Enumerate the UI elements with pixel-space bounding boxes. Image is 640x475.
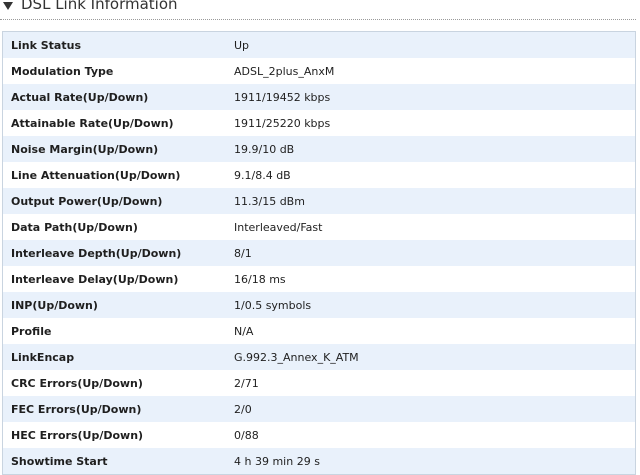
dsl-info-table: Link Status Up Modulation Type ADSL_2plu… bbox=[3, 32, 635, 474]
table-row: Output Power(Up/Down) 11.3/15 dBm bbox=[3, 188, 635, 214]
row-value: 1911/25220 kbps bbox=[234, 116, 331, 130]
table-row: LinkEncap G.992.3_Annex_K_ATM bbox=[3, 344, 635, 370]
table-row: Profile N/A bbox=[3, 318, 635, 344]
row-label: Line Attenuation(Up/Down) bbox=[11, 168, 181, 182]
row-value: 19.9/10 dB bbox=[234, 142, 295, 156]
row-value: 11.3/15 dBm bbox=[234, 194, 305, 208]
row-value: N/A bbox=[234, 324, 254, 338]
row-value: 1/0.5 symbols bbox=[234, 298, 312, 312]
row-value: Interleaved/Fast bbox=[234, 220, 323, 234]
row-value: 4 h 39 min 29 s bbox=[234, 454, 320, 468]
table-row: INP(Up/Down) 1/0.5 symbols bbox=[3, 292, 635, 318]
row-value: ADSL_2plus_AnxM bbox=[234, 64, 335, 78]
row-label: INP(Up/Down) bbox=[11, 298, 98, 312]
row-value: 2/71 bbox=[234, 376, 259, 390]
row-label: Interleave Delay(Up/Down) bbox=[11, 272, 179, 286]
table-row: Link Status Up bbox=[3, 32, 635, 58]
table-row: FEC Errors(Up/Down) 2/0 bbox=[3, 396, 635, 422]
row-value: 16/18 ms bbox=[234, 272, 286, 286]
row-label: Actual Rate(Up/Down) bbox=[11, 90, 149, 104]
row-label: Modulation Type bbox=[11, 64, 114, 78]
row-label: Profile bbox=[11, 324, 52, 338]
table-row: Line Attenuation(Up/Down) 9.1/8.4 dB bbox=[3, 162, 635, 188]
row-label: Interleave Depth(Up/Down) bbox=[11, 246, 182, 260]
table-row: Attainable Rate(Up/Down) 1911/25220 kbps bbox=[3, 110, 635, 136]
row-label: Link Status bbox=[11, 38, 81, 52]
table-row: CRC Errors(Up/Down) 2/71 bbox=[3, 370, 635, 396]
section-header-dsl-link-information[interactable]: DSL Link Information bbox=[0, 0, 636, 20]
table-row: Interleave Depth(Up/Down) 8/1 bbox=[3, 240, 635, 266]
dsl-info-table-container: Link Status Up Modulation Type ADSL_2plu… bbox=[2, 31, 636, 475]
table-row: Modulation Type ADSL_2plus_AnxM bbox=[3, 58, 635, 84]
row-label: Data Path(Up/Down) bbox=[11, 220, 138, 234]
row-value: 2/0 bbox=[234, 402, 252, 416]
section-title: DSL Link Information bbox=[21, 0, 178, 13]
row-value: G.992.3_Annex_K_ATM bbox=[234, 350, 359, 364]
row-value: 1911/19452 kbps bbox=[234, 90, 331, 104]
row-label: FEC Errors(Up/Down) bbox=[11, 402, 142, 416]
table-row: Showtime Start 4 h 39 min 29 s bbox=[3, 448, 635, 474]
table-row: HEC Errors(Up/Down) 0/88 bbox=[3, 422, 635, 448]
row-value: Up bbox=[234, 38, 250, 52]
table-row: Interleave Delay(Up/Down) 16/18 ms bbox=[3, 266, 635, 292]
row-label: Noise Margin(Up/Down) bbox=[11, 142, 159, 156]
row-label: LinkEncap bbox=[11, 350, 75, 364]
collapse-triangle-icon[interactable] bbox=[3, 2, 13, 10]
table-row: Noise Margin(Up/Down) 19.9/10 dB bbox=[3, 136, 635, 162]
row-label: CRC Errors(Up/Down) bbox=[11, 376, 143, 390]
table-row: Actual Rate(Up/Down) 1911/19452 kbps bbox=[3, 84, 635, 110]
table-row: Data Path(Up/Down) Interleaved/Fast bbox=[3, 214, 635, 240]
row-value: 0/88 bbox=[234, 428, 259, 442]
row-value: 8/1 bbox=[234, 246, 252, 260]
row-label: HEC Errors(Up/Down) bbox=[11, 428, 144, 442]
row-label: Attainable Rate(Up/Down) bbox=[11, 116, 174, 130]
row-label: Showtime Start bbox=[11, 454, 108, 468]
row-label: Output Power(Up/Down) bbox=[11, 194, 163, 208]
row-value: 9.1/8.4 dB bbox=[234, 168, 291, 182]
